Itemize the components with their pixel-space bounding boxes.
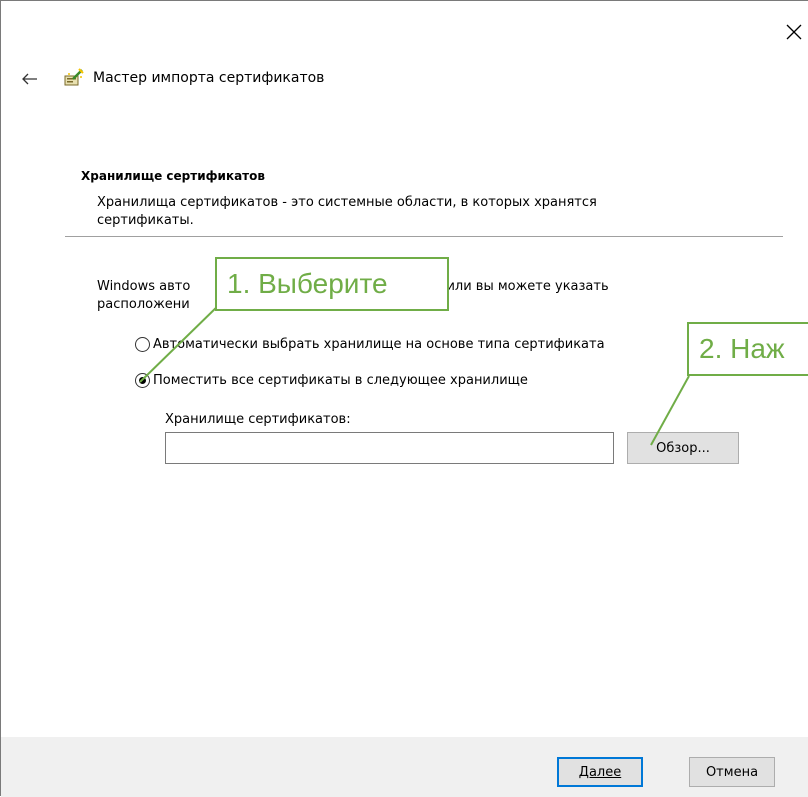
close-icon	[786, 24, 802, 40]
radio-auto-select[interactable]: Автоматически выбрать хранилище на основ…	[135, 334, 605, 354]
certificate-wizard-icon	[63, 67, 85, 89]
arrow-left-icon	[22, 73, 37, 85]
section-title: Хранилище сертификатов	[81, 169, 265, 183]
radio-button-checked[interactable]	[135, 372, 150, 388]
close-button[interactable]	[779, 17, 808, 47]
certificate-store-input[interactable]	[165, 432, 614, 464]
certificate-store-label: Хранилище сертификатов:	[165, 412, 351, 427]
footer-bar	[1, 737, 808, 797]
radio-auto-select-label: Автоматически выбрать хранилище на основ…	[153, 336, 605, 352]
radio-place-all-label: Поместить все сертификаты в следующее хр…	[153, 372, 528, 388]
callout-step-1: 1. Выберите	[215, 257, 449, 311]
next-button-label: Далее	[578, 764, 622, 780]
cancel-button[interactable]: Отмена	[689, 757, 775, 787]
back-button[interactable]	[19, 69, 43, 89]
header-divider	[65, 236, 783, 237]
callout-step-2: 2. Наж	[687, 322, 808, 376]
browse-button[interactable]: Обзор...	[627, 432, 739, 464]
intro-text-part2: це, или вы можете указать	[421, 279, 609, 294]
wizard-title: Мастер импорта сертификатов	[93, 70, 325, 86]
radio-button-unchecked[interactable]	[135, 336, 150, 352]
radio-place-all[interactable]: Поместить все сертификаты в следующее хр…	[135, 370, 528, 390]
intro-text-part3: расположени	[97, 297, 190, 312]
certificate-import-wizard-window: Мастер импорта сертификатов Хранилище се…	[0, 0, 808, 797]
callout-leader-lines	[139, 301, 690, 446]
next-button[interactable]: Далее	[557, 757, 643, 787]
section-description: Хранилища сертификатов - это системные о…	[97, 195, 597, 228]
intro-text-part1: Windows авто	[97, 279, 191, 294]
